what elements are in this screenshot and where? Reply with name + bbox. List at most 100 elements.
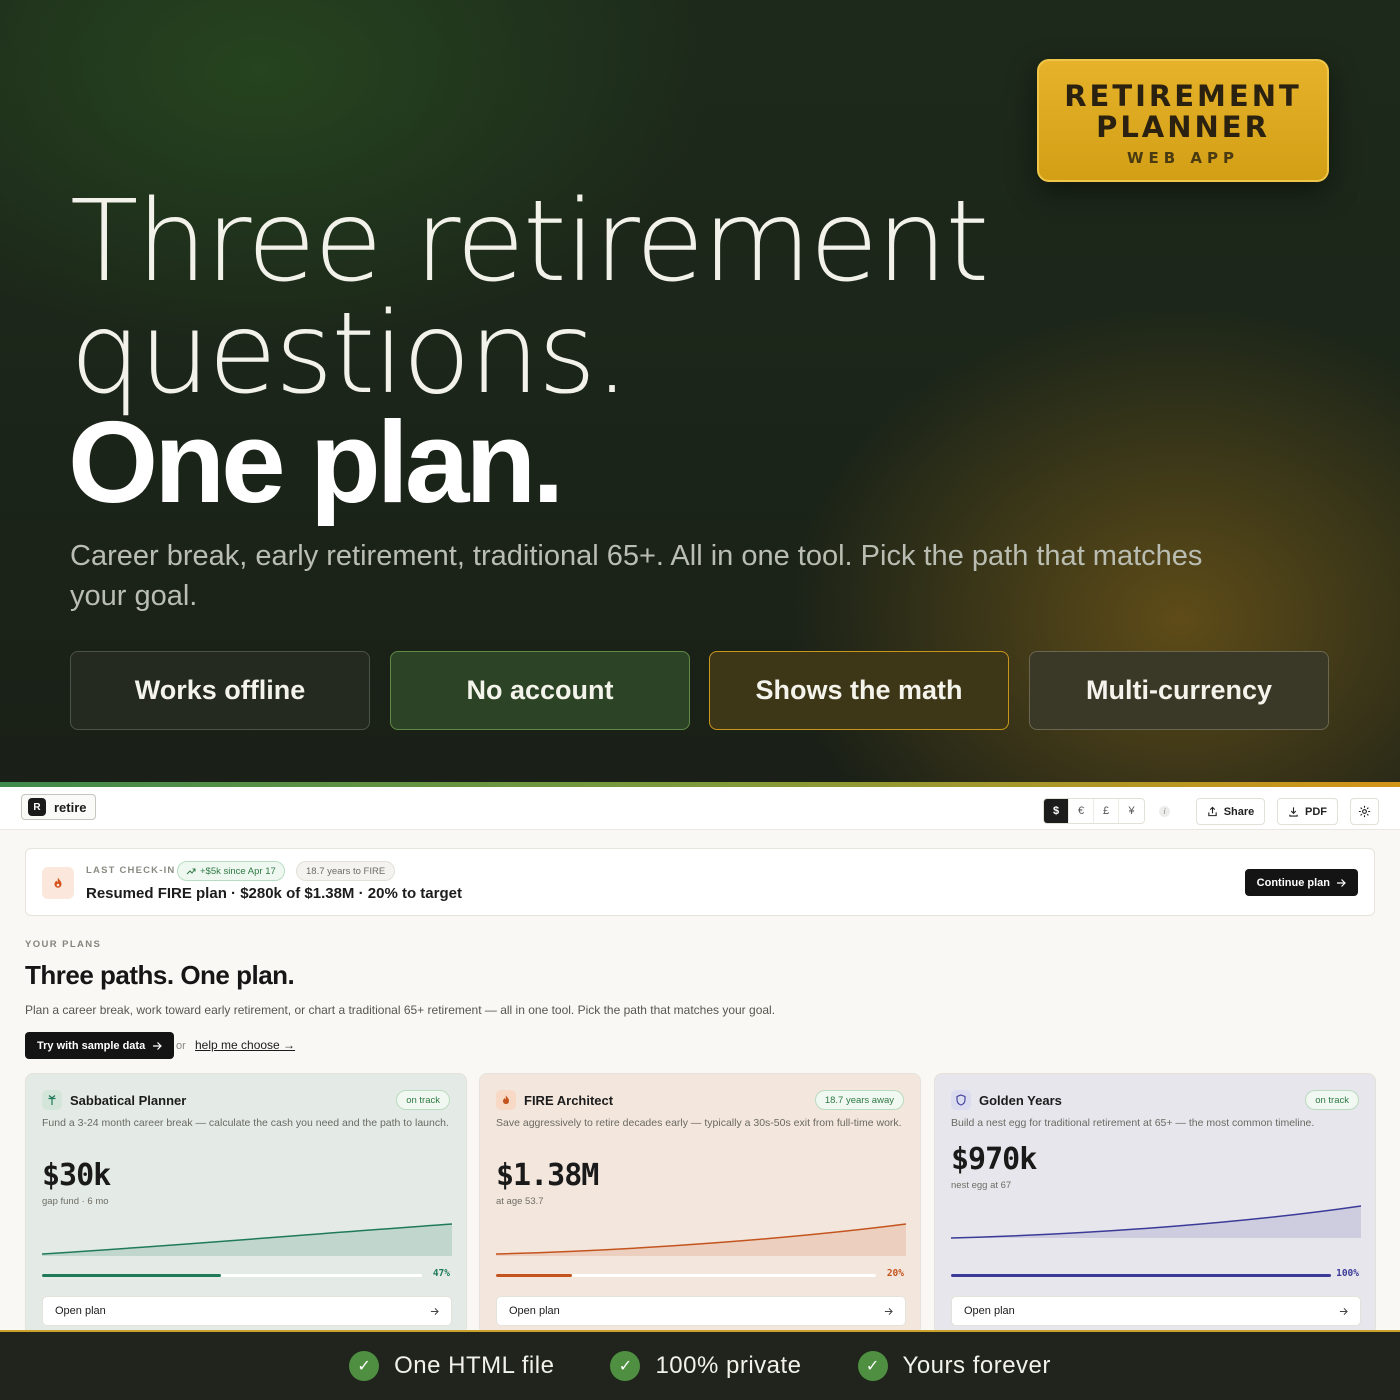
brand-mark: R [28, 798, 46, 816]
footer-item-label: One HTML file [394, 1352, 555, 1379]
currency-usd[interactable]: $ [1044, 799, 1069, 823]
progress-fill [42, 1274, 221, 1277]
currency-switcher: $ € £ ¥ [1043, 798, 1145, 824]
arrow-right-icon [430, 1307, 439, 1315]
card-name: Golden Years [979, 1093, 1062, 1108]
progress-percent: 20% [886, 1268, 904, 1279]
share-label: Share [1223, 805, 1255, 818]
currency-eur[interactable]: € [1069, 799, 1094, 823]
card-status-badge: on track [396, 1090, 450, 1110]
currency-gbp[interactable]: £ [1094, 799, 1119, 823]
last-checkin-banner: LAST CHECK-IN +$5k since Apr 17 18.7 yea… [25, 848, 1375, 916]
footer-item-forever: ✓ Yours forever [857, 1351, 1051, 1381]
checkin-gain-text: +$5k since Apr 17 [200, 865, 276, 877]
help-me-choose-link[interactable]: help me choose → [195, 1038, 295, 1052]
card-sparkline [496, 1223, 906, 1256]
footer-item-label: Yours forever [902, 1352, 1051, 1379]
plan-card-golden-years[interactable]: Golden Years on track Build a nest egg f… [934, 1073, 1376, 1330]
try-sample-label: Try with sample data [37, 1039, 146, 1052]
progress-percent: 100% [1336, 1268, 1359, 1279]
check-icon: ✓ [349, 1351, 380, 1381]
checkin-title: Resumed FIRE plan · $280k of $1.38M · 20… [86, 885, 462, 902]
progress-fill [496, 1274, 572, 1277]
plans-description: Plan a career break, work toward early r… [25, 1003, 776, 1017]
card-value: $30k [42, 1158, 111, 1193]
or-separator: or [176, 1040, 186, 1052]
feature-pill-shows-math: Shows the math [709, 651, 1009, 730]
feature-footer: ✓ One HTML file ✓ 100% private ✓ Yours f… [0, 1330, 1400, 1400]
gear-icon [1358, 805, 1371, 818]
arrow-right-icon [153, 1041, 163, 1050]
hero-subtitle: Career break, early retirement, traditio… [70, 540, 1203, 612]
progress-bar [951, 1274, 1331, 1277]
card-status-badge: on track [1305, 1090, 1359, 1110]
checkin-label: LAST CHECK-IN [86, 865, 176, 876]
check-icon: ✓ [857, 1351, 888, 1381]
flame-icon [496, 1090, 516, 1110]
open-plan-label: Open plan [964, 1305, 1015, 1317]
currency-jpy[interactable]: ¥ [1119, 799, 1144, 823]
card-name: Sabbatical Planner [70, 1093, 187, 1108]
hero-section: RETIREMENT PLANNER WEB APP Three retirem… [0, 0, 1400, 782]
open-plan-label: Open plan [509, 1305, 560, 1317]
progress-fill [951, 1274, 1331, 1277]
arrow-right-icon [1339, 1307, 1348, 1315]
footer-item-label: 100% private [655, 1352, 802, 1379]
card-value: $970k [951, 1142, 1037, 1177]
footer-item-private: ✓ 100% private [610, 1351, 801, 1381]
card-status-badge: 18.7 years away [814, 1090, 904, 1110]
plans-section-label: YOUR PLANS [25, 939, 102, 950]
download-icon [1289, 807, 1298, 817]
plan-card-fire[interactable]: FIRE Architect 18.7 years away Save aggr… [479, 1073, 921, 1330]
progress-bar [42, 1274, 422, 1277]
badge-subtitle: WEB APP [1126, 149, 1240, 167]
trend-up-icon [186, 868, 196, 875]
progress-bar [496, 1274, 876, 1277]
check-icon: ✓ [610, 1351, 641, 1381]
feature-pill-offline: Works offline [70, 651, 370, 730]
open-plan-button[interactable]: Open plan [496, 1296, 906, 1326]
card-sparkline [951, 1205, 1361, 1239]
share-button[interactable]: Share [1196, 798, 1265, 825]
progress-percent: 47% [432, 1268, 450, 1279]
share-icon [1207, 806, 1217, 817]
badge-title: RETIREMENT PLANNER [1064, 79, 1302, 144]
card-value: $1.38M [496, 1158, 599, 1193]
card-name: FIRE Architect [524, 1093, 614, 1108]
sprout-icon [42, 1090, 62, 1110]
headline-line-1: Three retirement [70, 177, 989, 307]
pdf-button[interactable]: PDF [1277, 798, 1338, 825]
brand-name: retire [54, 799, 87, 815]
card-caption: at age 53.7 [496, 1196, 544, 1207]
open-plan-button[interactable]: Open plan [42, 1296, 452, 1326]
open-plan-label: Open plan [55, 1305, 106, 1317]
feature-pill-multi-currency: Multi-currency [1029, 651, 1329, 730]
open-plan-button[interactable]: Open plan [951, 1296, 1361, 1326]
plans-title: Three paths. One plan. [25, 960, 295, 990]
checkin-gain-badge: +$5k since Apr 17 [177, 861, 285, 881]
card-caption: gap fund · 6 mo [42, 1196, 109, 1207]
plan-card-sabbatical[interactable]: Sabbatical Planner on track Fund a 3-24 … [25, 1073, 467, 1330]
app-screenshot: R retire $ € £ ¥ i Share PDF LAST CHECK-… [0, 782, 1400, 1330]
app-badge: RETIREMENT PLANNER WEB APP [1037, 59, 1329, 182]
card-description: Build a nest egg for traditional retirem… [951, 1117, 1315, 1129]
try-sample-data-button[interactable]: Try with sample data [25, 1032, 175, 1059]
card-caption: nest egg at 67 [951, 1180, 1012, 1191]
continue-plan-button[interactable]: Continue plan [1244, 869, 1358, 896]
pdf-label: PDF [1305, 805, 1327, 818]
card-sparkline [42, 1223, 452, 1256]
continue-plan-label: Continue plan [1256, 876, 1330, 889]
info-icon[interactable]: i [1159, 806, 1170, 817]
card-description: Save aggressively to retire decades earl… [496, 1117, 902, 1129]
checkin-years-badge: 18.7 years to FIRE [296, 861, 396, 881]
app-topbar: R retire $ € £ ¥ i Share PDF [0, 787, 1400, 830]
shield-icon [951, 1090, 971, 1110]
arrow-right-icon [1337, 878, 1346, 887]
headline-bold: One plan. [68, 397, 565, 527]
arrow-right-icon [884, 1307, 893, 1315]
settings-button[interactable] [1350, 798, 1379, 825]
flame-icon [42, 867, 74, 899]
headline-line-2: questions. [70, 289, 630, 419]
brand-logo[interactable]: R retire [21, 794, 96, 820]
card-description: Fund a 3-24 month career break — calcula… [42, 1117, 449, 1129]
